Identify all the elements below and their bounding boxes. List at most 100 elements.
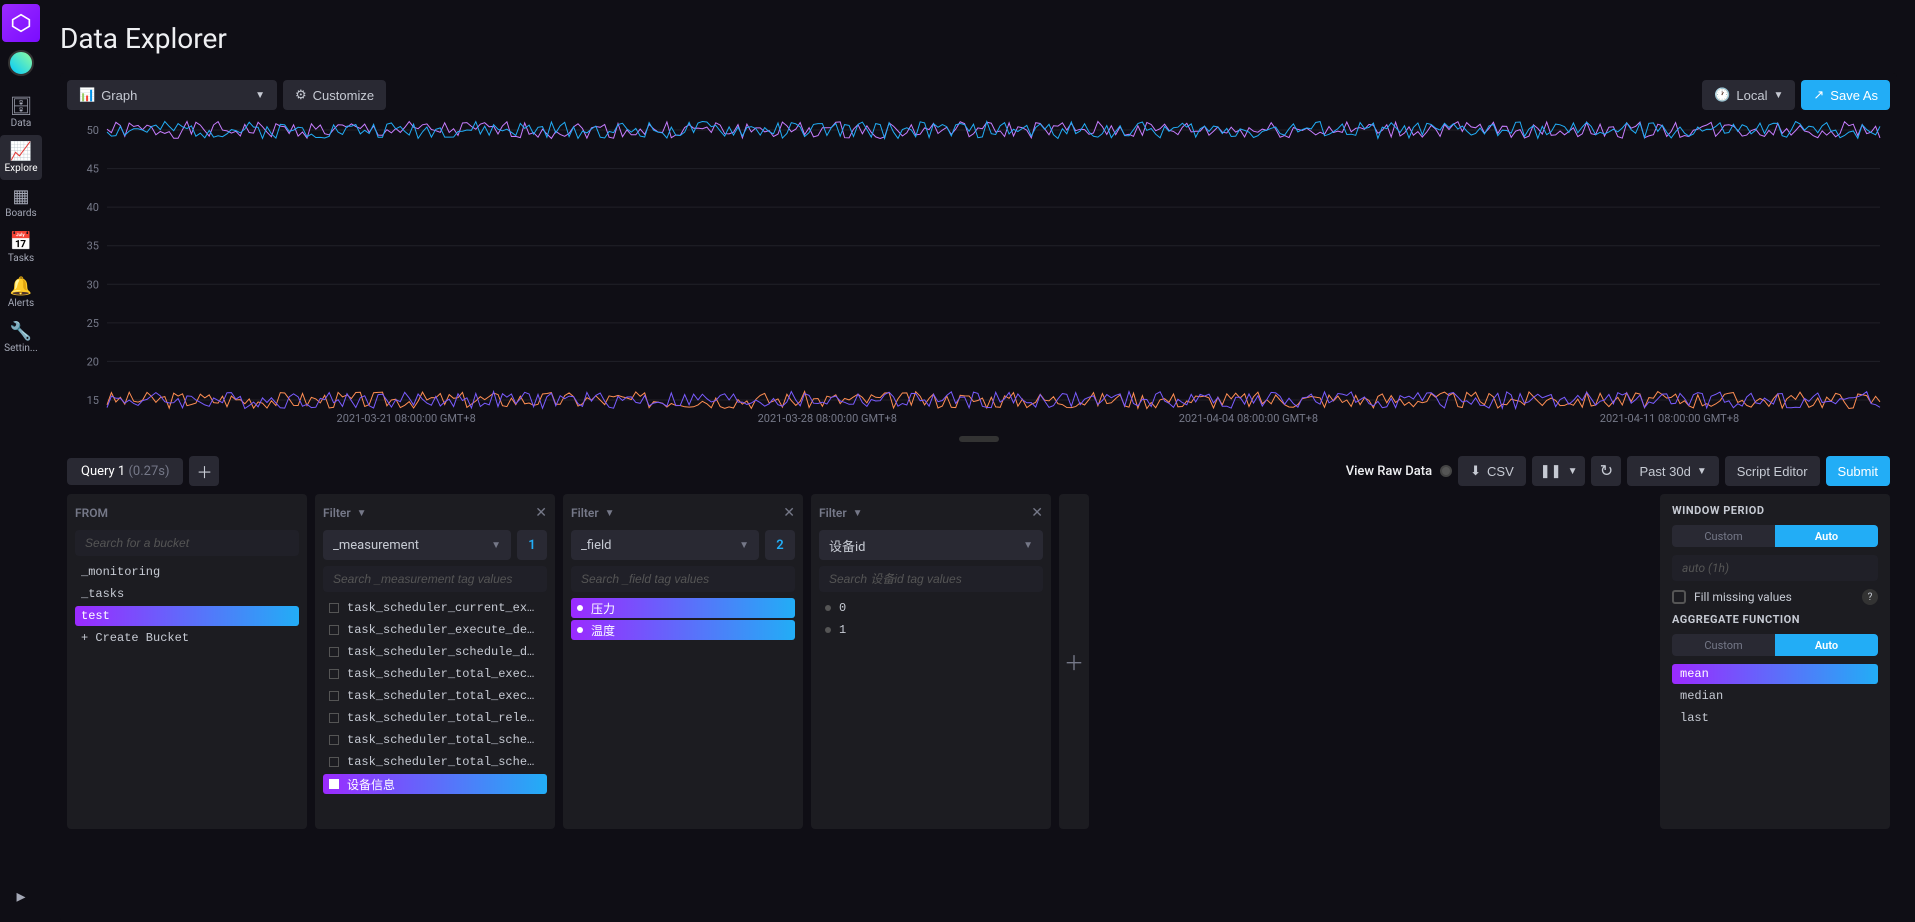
filter-value-item[interactable]: task_scheduler_current_ex… [323, 598, 547, 618]
svg-text:2021-04-11 08:00:00 GMT+8: 2021-04-11 08:00:00 GMT+8 [1600, 412, 1739, 425]
add-filter-button[interactable]: ＋ [1059, 494, 1089, 829]
filter-value-item[interactable]: task_scheduler_total_rele… [323, 708, 547, 728]
filter-value-item[interactable]: task_scheduler_schedule_d… [323, 642, 547, 662]
sidebar-item-label: Tasks [0, 253, 42, 264]
chevron-down-icon: ▼ [739, 540, 749, 551]
close-icon[interactable]: ✕ [783, 505, 795, 521]
viz-type-dropdown[interactable]: 📊 Graph ▼ [67, 80, 277, 110]
filter-value-item[interactable]: 设备信息 [323, 774, 547, 794]
viz-type-label: Graph [101, 88, 137, 103]
filter-value-item[interactable]: 温度 [571, 620, 795, 640]
sidebar-item-tasks[interactable]: 📅 Tasks [0, 225, 42, 270]
filter-value-item[interactable]: 0 [819, 598, 1043, 618]
toolbar: 📊 Graph ▼ ⚙ Customize 🕐 Local ▼ ↗ Save A… [67, 80, 1890, 110]
svg-text:25: 25 [87, 317, 99, 330]
filter-key-dropdown[interactable]: _measurement ▼ [323, 530, 511, 560]
filter-value-item[interactable]: task_scheduler_total_sche… [323, 730, 547, 750]
add-query-button[interactable]: ＋ [189, 456, 219, 486]
checkbox-icon [329, 779, 339, 789]
aggregate-item[interactable]: median [1672, 686, 1878, 706]
refresh-button[interactable]: ↻ [1591, 456, 1621, 486]
aggregate-panel: WINDOW PERIOD Custom Auto auto (1h) Fill… [1660, 494, 1890, 829]
main: Data Explorer 📊 Graph ▼ ⚙ Customize 🕐 Lo… [42, 0, 1915, 922]
sidebar-collapse-icon[interactable]: ▸ [0, 880, 42, 912]
filter-count-badge: 1 [517, 530, 547, 560]
filter-count-badge: 2 [765, 530, 795, 560]
pause-dropdown[interactable]: ❚❚ ▼ [1532, 456, 1586, 486]
filter-search-input[interactable] [323, 566, 547, 592]
svg-text:50: 50 [87, 124, 99, 137]
timezone-dropdown[interactable]: 🕐 Local ▼ [1702, 80, 1795, 110]
chevron-down-icon[interactable]: ▼ [605, 508, 615, 519]
sidebar-item-boards[interactable]: ▦Boards [0, 180, 42, 225]
avatar[interactable] [8, 50, 34, 76]
timezone-label: Local [1736, 88, 1767, 103]
checkbox-icon [1672, 590, 1686, 604]
svg-text:15: 15 [87, 394, 99, 407]
close-icon[interactable]: ✕ [535, 505, 547, 521]
window-custom-option[interactable]: Custom [1672, 525, 1775, 547]
time-range-dropdown[interactable]: Past 30d ▼ [1627, 456, 1718, 486]
svg-text:2021-03-28 08:00:00 GMT+8: 2021-03-28 08:00:00 GMT+8 [758, 412, 897, 425]
sidebar-item-data[interactable]: 🗄Data [0, 90, 42, 135]
filter-value-item[interactable]: task_scheduler_total_exec… [323, 664, 547, 684]
help-icon[interactable]: ? [1862, 589, 1878, 605]
filter-search-input[interactable] [819, 566, 1043, 592]
chevron-down-icon[interactable]: ▼ [357, 508, 367, 519]
submit-button[interactable]: Submit [1826, 456, 1890, 486]
bucket-item[interactable]: _monitoring [75, 562, 299, 582]
toggle-dot-icon [1440, 465, 1452, 477]
aggregate-item[interactable]: mean [1672, 664, 1878, 684]
logo-icon[interactable] [2, 4, 40, 42]
checkbox-icon [329, 757, 339, 767]
bucket-item[interactable]: + Create Bucket [75, 628, 299, 648]
bucket-item[interactable]: test [75, 606, 299, 626]
filter-value-item[interactable]: 压力 [571, 598, 795, 618]
csv-button[interactable]: ⬇ CSV [1458, 456, 1526, 486]
query-bar: Query 1 (0.27s) ＋ View Raw Data ⬇ CSV ❚❚… [67, 456, 1890, 486]
chevron-down-icon: ▼ [1773, 90, 1783, 101]
download-icon: ⬇ [1470, 463, 1481, 479]
sidebar-item-explore[interactable]: 📈Explore [0, 135, 42, 180]
chevron-down-icon: ▼ [255, 90, 265, 101]
sidebar-item-label: Boards [0, 208, 42, 219]
filter-key-label: _measurement [333, 538, 419, 553]
filter-value-item[interactable]: 1 [819, 620, 1043, 640]
customize-button[interactable]: ⚙ Customize [283, 80, 386, 110]
filter-key-dropdown[interactable]: 设备id ▼ [819, 530, 1043, 560]
tasks-icon: 📅 [10, 231, 32, 251]
chevron-down-icon[interactable]: ▼ [853, 508, 863, 519]
close-icon[interactable]: ✕ [1031, 505, 1043, 521]
sidebar-item-settings[interactable]: 🔧Settin... [0, 315, 42, 360]
filter-value-item[interactable]: task_scheduler_total_exec… [323, 686, 547, 706]
aggregate-title: AGGREGATE FUNCTION [1672, 613, 1878, 626]
aggregate-item[interactable]: last [1672, 708, 1878, 728]
sidebar-item-alerts[interactable]: 🔔Alerts [0, 270, 42, 315]
from-search-input[interactable] [75, 530, 299, 556]
filter-key-dropdown[interactable]: _field ▼ [571, 530, 759, 560]
window-mode-toggle[interactable]: Custom Auto [1672, 525, 1878, 547]
gear-icon: ⚙ [295, 87, 307, 103]
filter-search-input[interactable] [571, 566, 795, 592]
save-as-button[interactable]: ↗ Save As [1801, 80, 1890, 110]
script-editor-button[interactable]: Script Editor [1725, 456, 1820, 486]
resize-handle[interactable] [959, 436, 999, 442]
aggregate-mode-toggle[interactable]: Custom Auto [1672, 634, 1878, 656]
aggregate-custom-option[interactable]: Custom [1672, 634, 1775, 656]
filter-value-item[interactable]: task_scheduler_total_sche… [323, 752, 547, 772]
aggregate-auto-option[interactable]: Auto [1775, 634, 1878, 656]
window-auto-option[interactable]: Auto [1775, 525, 1878, 547]
clock-icon: 🕐 [1714, 87, 1730, 103]
bucket-item[interactable]: _tasks [75, 584, 299, 604]
view-raw-toggle[interactable]: View Raw Data [1346, 464, 1452, 479]
filter-value-item[interactable]: task_scheduler_execute_de… [323, 620, 547, 640]
explore-icon: 📈 [10, 141, 32, 161]
chevron-down-icon: ▼ [1697, 466, 1707, 477]
checkbox-icon [329, 603, 339, 613]
query-tab[interactable]: Query 1 (0.27s) [67, 458, 183, 485]
submit-label: Submit [1838, 464, 1878, 479]
fill-missing-checkbox[interactable]: Fill missing values ? [1672, 589, 1878, 605]
sidebar-item-label: Data [0, 118, 42, 129]
filter-title: Filter [819, 506, 847, 520]
filter-card-deviceid: Filter ▼ ✕ 设备id ▼ 01 [811, 494, 1051, 829]
